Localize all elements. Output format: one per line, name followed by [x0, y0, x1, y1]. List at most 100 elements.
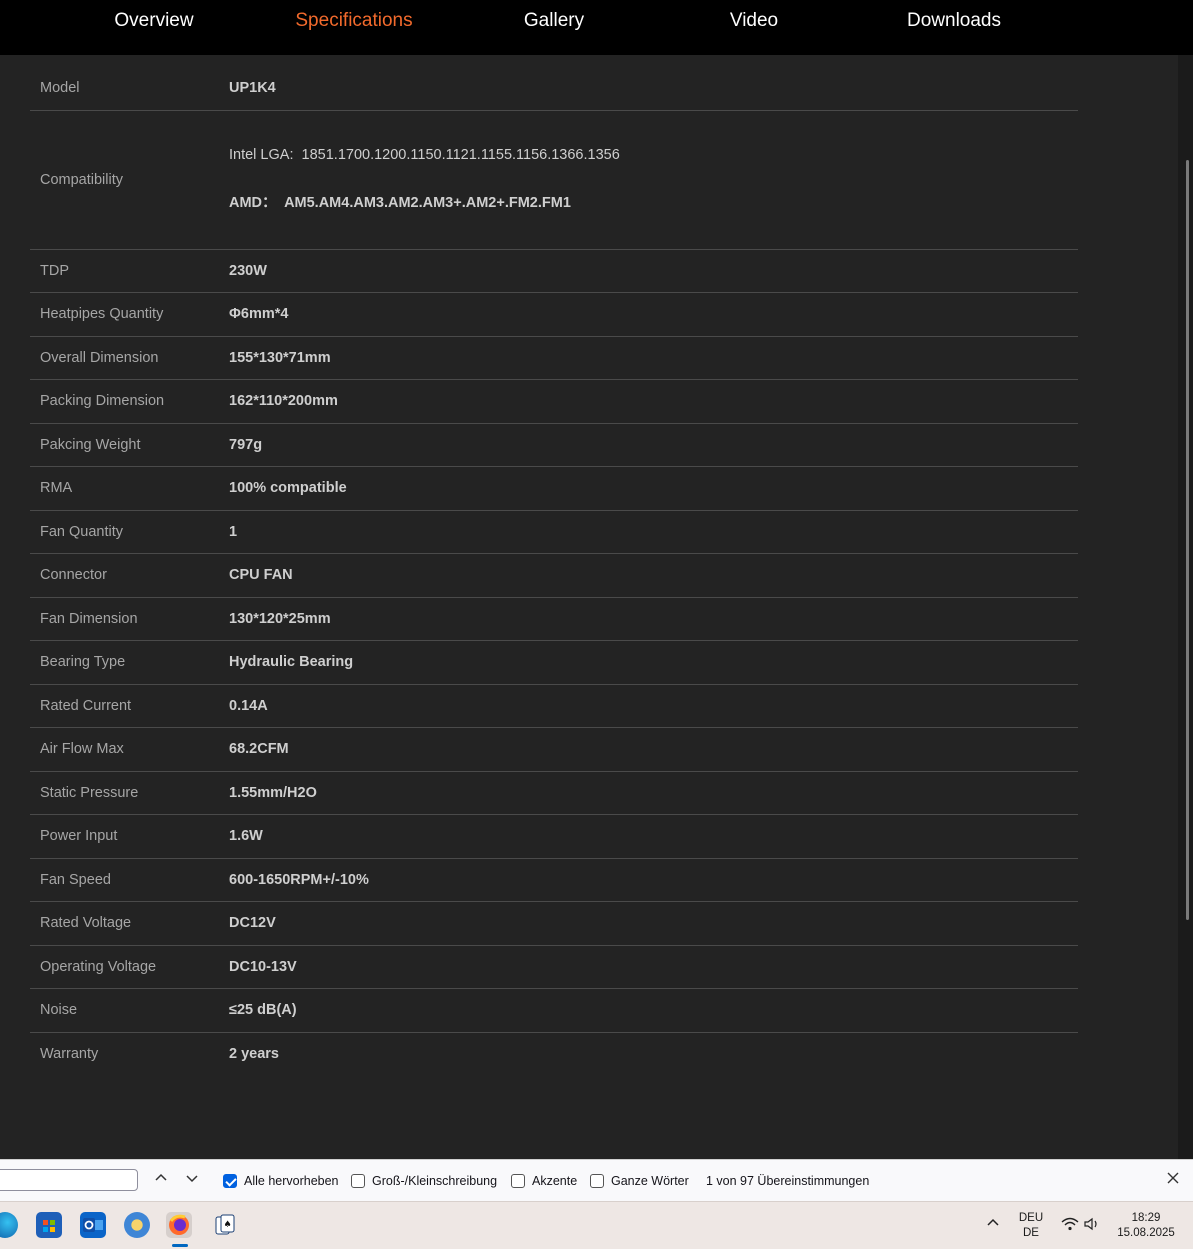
spec-value: 68.2CFM: [219, 727, 1078, 772]
spec-label: Compatibility: [30, 110, 219, 250]
chevron-up-icon: [987, 1218, 999, 1226]
tab-video[interactable]: Video: [730, 0, 778, 42]
checkbox-icon: [351, 1174, 365, 1188]
taskbar: ♠ DEU DE 18:29 15.08.2025: [0, 1201, 1193, 1249]
close-findbar-button[interactable]: [1163, 1169, 1183, 1191]
spec-value: 797g: [219, 423, 1078, 467]
tab-overview[interactable]: Overview: [114, 0, 193, 42]
find-bar: Alle hervorheben Groß-/Kleinschreibung A…: [0, 1159, 1193, 1202]
clock-date: 15.08.2025: [1117, 1227, 1175, 1239]
spec-value: 100% compatible: [219, 466, 1078, 511]
match-case-checkbox[interactable]: Groß-/Kleinschreibung: [351, 1172, 497, 1190]
spec-row: Noise ≤25 dB(A): [30, 988, 1078, 1033]
compat-amd-prefix: AMD：: [229, 195, 277, 211]
checkbox-icon: [511, 1174, 525, 1188]
compat-intel-value: 1851.1700.1200.1150.1121.1155.1156.1366.…: [301, 147, 620, 163]
active-app-indicator: [172, 1244, 188, 1247]
spec-value: 155*130*71mm: [219, 336, 1078, 380]
store-glyph: [43, 1220, 55, 1232]
close-icon: [1167, 1172, 1179, 1184]
spec-row: Fan Quantity 1: [30, 510, 1078, 554]
specifications-table: Model UP1K4 Compatibility Intel LGA: 185…: [30, 67, 1078, 1075]
spec-value: 0.14A: [219, 684, 1078, 728]
spec-value: 1: [219, 510, 1078, 554]
settings-app-icon[interactable]: [124, 1212, 150, 1238]
spec-row: Pakcing Weight 797g: [30, 423, 1078, 467]
spec-label: Operating Voltage: [30, 945, 219, 989]
cards-glyph: ♠: [215, 1214, 235, 1235]
keyboard-layout: DE: [1023, 1227, 1039, 1239]
match-diacritics-checkbox[interactable]: Akzente: [511, 1172, 577, 1190]
store-icon[interactable]: [36, 1212, 62, 1238]
outlook-glyph: [83, 1218, 103, 1232]
spec-label: RMA: [30, 466, 219, 511]
spec-row: Bearing Type Hydraulic Bearing: [30, 640, 1078, 685]
spec-row: Rated Voltage DC12V: [30, 901, 1078, 946]
language-code: DEU: [1018, 1212, 1044, 1224]
spec-value: CPU FAN: [219, 553, 1078, 598]
spec-label: Air Flow Max: [30, 727, 219, 772]
chevron-down-icon: [186, 1175, 198, 1183]
spec-label: Packing Dimension: [30, 379, 219, 424]
spec-label: Connector: [30, 553, 219, 598]
spec-label: Power Input: [30, 814, 219, 859]
tab-specifications[interactable]: Specifications: [295, 0, 412, 42]
spec-label: Static Pressure: [30, 771, 219, 815]
spec-label: Model: [30, 67, 219, 111]
speaker-glyph: [1084, 1217, 1097, 1231]
spec-value: DC10-13V: [219, 945, 1078, 989]
find-input[interactable]: [0, 1169, 138, 1191]
compat-intel: Intel LGA: 1851.1700.1200.1150.1121.1155…: [229, 147, 1078, 163]
spec-row: Heatpipes Quantity Φ6mm*4: [30, 292, 1078, 337]
highlight-all-label: Alle hervorheben: [244, 1174, 339, 1188]
spec-row: Static Pressure 1.55mm/H2O: [30, 771, 1078, 815]
spec-value: Φ6mm*4: [219, 292, 1078, 337]
spec-label: Fan Quantity: [30, 510, 219, 554]
spec-row: TDP 230W: [30, 249, 1078, 293]
spec-value: 162*110*200mm: [219, 379, 1078, 424]
specifications-panel: Model UP1K4 Compatibility Intel LGA: 185…: [0, 55, 1178, 1159]
volume-icon[interactable]: [1082, 1217, 1102, 1236]
checkbox-checked-icon: [223, 1174, 237, 1188]
clock[interactable]: 18:29 15.08.2025: [1110, 1211, 1182, 1241]
whole-words-label: Ganze Wörter: [611, 1174, 689, 1188]
find-previous-button[interactable]: [152, 1171, 170, 1189]
solitaire-icon[interactable]: ♠: [212, 1212, 238, 1238]
spec-value: 1.6W: [219, 814, 1078, 859]
match-case-label: Groß-/Kleinschreibung: [372, 1174, 498, 1188]
scrollbar-thumb[interactable]: [1186, 160, 1189, 920]
spec-row: Operating Voltage DC10-13V: [30, 945, 1078, 989]
top-navigation: Overview Specifications Gallery Video Do…: [0, 0, 1193, 55]
spec-row: Warranty 2 years: [30, 1032, 1078, 1075]
compat-amd: AMD： AM5.AM4.AM3.AM2.AM3+.AM2+.FM2.FM1: [229, 191, 1078, 212]
spec-value: Hydraulic Bearing: [219, 640, 1078, 685]
outlook-icon[interactable]: [80, 1212, 106, 1238]
spec-value: Intel LGA: 1851.1700.1200.1150.1121.1155…: [219, 110, 1078, 250]
firefox-glyph: [169, 1214, 189, 1235]
spec-label: Rated Current: [30, 684, 219, 728]
spec-row: Rated Current 0.14A: [30, 684, 1078, 728]
whole-words-checkbox[interactable]: Ganze Wörter: [590, 1172, 689, 1190]
highlight-all-checkbox[interactable]: Alle hervorheben: [223, 1172, 339, 1190]
spec-row-model: Model UP1K4: [30, 67, 1078, 111]
language-indicator[interactable]: DEU DE: [1014, 1211, 1048, 1241]
wifi-icon[interactable]: [1060, 1217, 1080, 1236]
spec-row: RMA 100% compatible: [30, 466, 1078, 511]
firefox-icon[interactable]: [166, 1212, 192, 1238]
spec-row: Fan Speed 600-1650RPM+/-10%: [30, 858, 1078, 902]
spec-row-compatibility: Compatibility Intel LGA: 1851.1700.1200.…: [30, 110, 1078, 250]
spec-label: Pakcing Weight: [30, 423, 219, 467]
edge-icon[interactable]: [0, 1212, 18, 1238]
svg-text:♠: ♠: [223, 1220, 231, 1230]
spec-value: 2 years: [229, 1045, 279, 1062]
spec-row: Connector CPU FAN: [30, 553, 1078, 598]
find-next-button[interactable]: [183, 1171, 201, 1189]
spec-label: Rated Voltage: [30, 901, 219, 946]
spec-value: DC12V: [219, 901, 1078, 946]
tab-downloads[interactable]: Downloads: [907, 0, 1001, 42]
tab-gallery[interactable]: Gallery: [524, 0, 584, 42]
tray-overflow-button[interactable]: [984, 1216, 1002, 1235]
spec-label: Bearing Type: [30, 640, 219, 685]
spec-label: Fan Dimension: [30, 597, 219, 641]
wifi-glyph: [1061, 1217, 1079, 1231]
